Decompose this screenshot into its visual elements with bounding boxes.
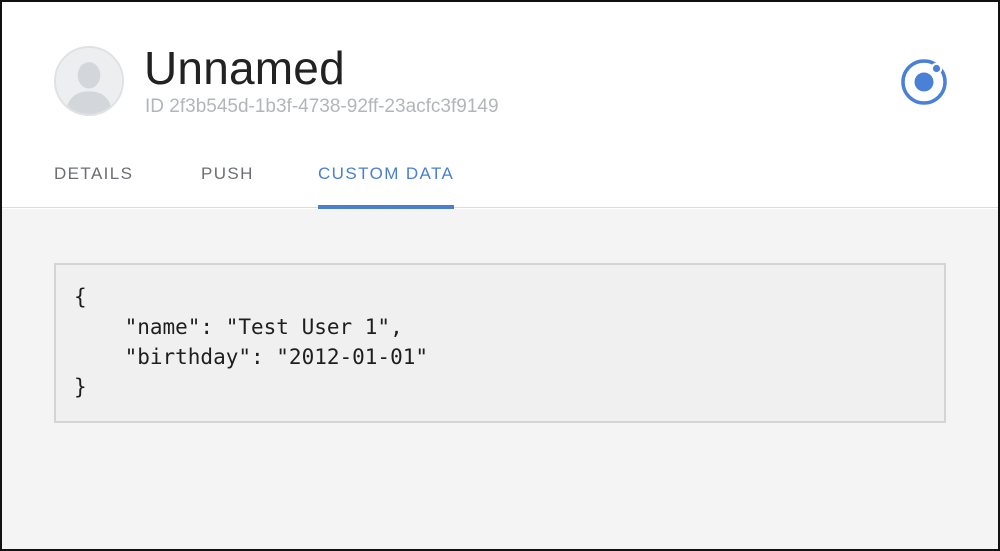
ionic-logo-icon — [899, 57, 949, 107]
tab-custom-data[interactable]: CUSTOM DATA — [318, 152, 455, 209]
tab-content-area: { "name": "Test User 1", "birthday": "20… — [2, 209, 998, 549]
avatar — [54, 46, 124, 116]
json-line: { — [74, 285, 87, 309]
user-id: ID 2f3b545d-1b3f-4738-92ff-23acfc3f9149 — [145, 96, 499, 117]
json-line: "birthday": "2012-01-01" — [74, 345, 429, 369]
user-header: Unnamed ID 2f3b545d-1b3f-4738-92ff-23acf… — [2, 2, 998, 209]
custom-data-json-box[interactable]: { "name": "Test User 1", "birthday": "20… — [54, 263, 946, 423]
tab-push[interactable]: PUSH — [201, 152, 254, 208]
user-name: Unnamed — [144, 42, 345, 94]
tab-details[interactable]: DETAILS — [54, 152, 133, 208]
user-silhouette-icon — [56, 48, 122, 114]
json-line: "name": "Test User 1", — [74, 315, 403, 339]
json-line: } — [74, 375, 87, 399]
tab-bar: DETAILS PUSH CUSTOM DATA — [2, 152, 998, 209]
app-window: Unnamed ID 2f3b545d-1b3f-4738-92ff-23acf… — [0, 0, 1000, 551]
